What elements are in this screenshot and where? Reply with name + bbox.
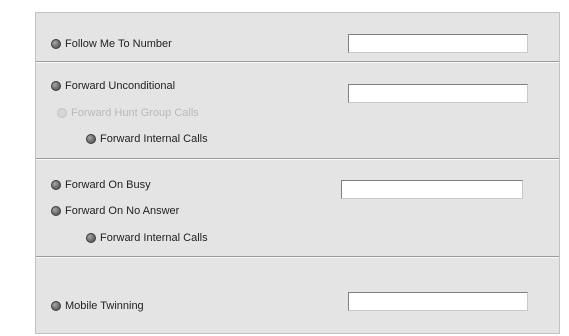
mobile-twinning-radio-icon[interactable]: [51, 301, 61, 311]
forward-on-busy-option[interactable]: Forward On Busy: [51, 179, 151, 191]
forward-hunt-group-option[interactable]: Forward Hunt Group Calls: [57, 107, 199, 119]
forward-on-busy-label: Forward On Busy: [65, 179, 151, 191]
forward-internal-calls-option-2[interactable]: Forward Internal Calls: [86, 232, 208, 244]
forward-unconditional-number-input[interactable]: [348, 84, 528, 103]
call-forwarding-panel: Follow Me To Number Forward Unconditiona…: [35, 12, 560, 334]
forward-internal-calls-checkbox-icon[interactable]: [86, 134, 96, 144]
forward-unconditional-option[interactable]: Forward Unconditional: [51, 80, 175, 92]
forward-internal-calls-option-1[interactable]: Forward Internal Calls: [86, 133, 208, 145]
forward-hunt-group-radio-icon[interactable]: [57, 108, 67, 118]
follow-me-number-input[interactable]: [348, 34, 528, 53]
forward-on-no-answer-label: Forward On No Answer: [65, 205, 180, 217]
section-divider: [36, 158, 559, 160]
follow-me-radio-icon[interactable]: [51, 39, 61, 49]
mobile-twinning-option[interactable]: Mobile Twinning: [51, 300, 144, 312]
section-divider: [36, 61, 559, 63]
mobile-twinning-number-input[interactable]: [348, 292, 528, 311]
follow-me-option[interactable]: Follow Me To Number: [51, 38, 172, 50]
mobile-twinning-label: Mobile Twinning: [65, 300, 144, 312]
forward-on-no-answer-option[interactable]: Forward On No Answer: [51, 205, 179, 217]
forward-internal-calls-checkbox-icon[interactable]: [86, 233, 96, 243]
forward-internal-calls-label: Forward Internal Calls: [100, 133, 208, 145]
forward-on-busy-radio-icon[interactable]: [51, 180, 61, 190]
forward-unconditional-label: Forward Unconditional: [65, 80, 176, 92]
forward-on-no-answer-radio-icon[interactable]: [51, 206, 61, 216]
follow-me-label: Follow Me To Number: [65, 38, 172, 50]
section-divider: [36, 256, 559, 258]
forward-unconditional-radio-icon[interactable]: [51, 81, 61, 91]
forward-internal-calls-label: Forward Internal Calls: [100, 232, 208, 244]
forward-hunt-group-label: Forward Hunt Group Calls: [71, 107, 199, 119]
forward-busy-number-input[interactable]: [341, 180, 523, 199]
